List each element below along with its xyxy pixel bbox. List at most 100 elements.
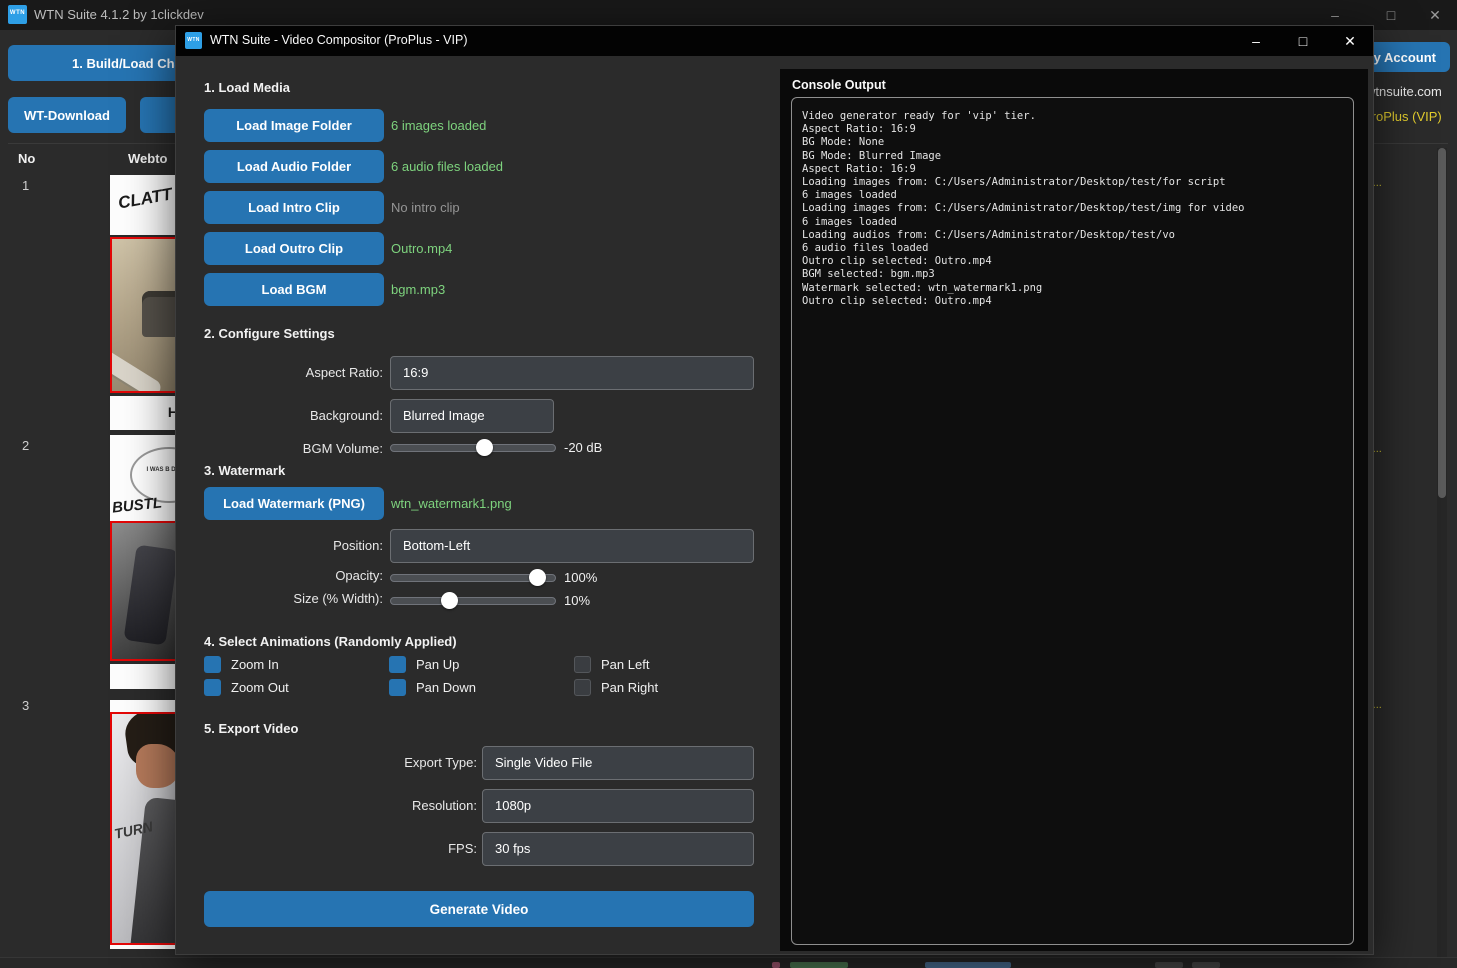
table-row-thumbnail-3[interactable]: TURN xyxy=(110,700,182,952)
main-window-title: WTN Suite 4.1.2 by 1clickdev xyxy=(34,7,204,22)
checkbox-pan-left[interactable]: Pan Left xyxy=(574,655,744,675)
dialog-titlebar[interactable]: WTN WTN Suite - Video Compositor (ProPlu… xyxy=(176,26,1373,56)
aspect-ratio-select[interactable]: 16:9 xyxy=(390,356,754,390)
bgm-volume-label: BGM Volume: xyxy=(203,441,383,456)
export-type-label: Export Type: xyxy=(297,755,477,770)
comic-arm-shape xyxy=(110,348,163,393)
checkbox-label: Pan Right xyxy=(601,678,658,698)
fps-select[interactable]: 30 fps xyxy=(482,832,754,866)
media-row-intro-clip: Load Intro Clip No intro clip xyxy=(204,191,764,224)
watermark-status: wtn_watermark1.png xyxy=(391,487,512,520)
intro-clip-status: No intro clip xyxy=(391,191,460,224)
comic-face-shape xyxy=(136,744,180,788)
checkbox-icon[interactable] xyxy=(389,656,406,673)
website-link[interactable]: wtnsuite.com xyxy=(1366,84,1442,99)
checkbox-pan-down[interactable]: Pan Down xyxy=(389,678,559,698)
generate-video-button[interactable]: Generate Video xyxy=(204,891,754,927)
load-audio-folder-button[interactable]: Load Audio Folder xyxy=(204,150,384,183)
position-select[interactable]: Bottom-Left xyxy=(390,529,754,563)
comic-panel-image: TURN xyxy=(110,712,182,945)
image-folder-status: 6 images loaded xyxy=(391,109,486,142)
row-number: 3 xyxy=(22,698,29,713)
close-icon[interactable]: ✕ xyxy=(1412,0,1457,30)
console-heading: Console Output xyxy=(792,78,886,92)
opacity-label: Opacity: xyxy=(203,568,383,583)
video-compositor-dialog: WTN WTN Suite - Video Compositor (ProPlu… xyxy=(175,25,1374,955)
opacity-slider[interactable] xyxy=(390,568,556,588)
dialog-maximize-icon[interactable]: □ xyxy=(1280,26,1326,56)
load-bgm-button[interactable]: Load BGM xyxy=(204,273,384,306)
section-heading-export: 5. Export Video xyxy=(204,721,298,736)
app-logo-icon: WTN xyxy=(8,5,27,24)
opacity-value: 100% xyxy=(564,568,597,588)
comic-sfx-text: CLATT xyxy=(117,184,174,213)
dialog-minimize-icon[interactable]: – xyxy=(1233,26,1279,56)
load-image-folder-button[interactable]: Load Image Folder xyxy=(204,109,384,142)
aspect-ratio-label: Aspect Ratio: xyxy=(203,365,383,380)
bgm-volume-slider[interactable] xyxy=(390,438,556,458)
checkbox-pan-right[interactable]: Pan Right xyxy=(574,678,744,698)
watermark-row: Load Watermark (PNG) wtn_watermark1.png xyxy=(204,487,764,520)
dialog-close-icon[interactable]: ✕ xyxy=(1327,26,1373,56)
slider-handle[interactable] xyxy=(441,592,458,609)
console-output-box: Video generator ready for 'vip' tier. As… xyxy=(791,97,1354,945)
checkbox-icon[interactable] xyxy=(204,679,221,696)
background-label: Background: xyxy=(203,408,383,423)
slider-handle[interactable] xyxy=(476,439,493,456)
checkbox-icon[interactable] xyxy=(574,679,591,696)
media-row-audio-folder: Load Audio Folder 6 audio files loaded xyxy=(204,150,764,183)
load-intro-clip-button[interactable]: Load Intro Clip xyxy=(204,191,384,224)
bgm-volume-value: -20 dB xyxy=(564,438,602,458)
maximize-icon[interactable]: □ xyxy=(1368,0,1414,30)
vertical-scrollbar[interactable] xyxy=(1437,148,1447,958)
slider-groove xyxy=(390,597,556,605)
table-row-thumbnail-2[interactable]: I WAS B DEATH BUSTL xyxy=(110,435,182,691)
table-header-webtoon: Webto xyxy=(128,151,167,166)
checkbox-icon[interactable] xyxy=(204,656,221,673)
size-slider[interactable] xyxy=(390,591,556,611)
console-panel: Console Output Video generator ready for… xyxy=(780,69,1368,951)
checkbox-label: Pan Up xyxy=(416,655,459,675)
wt-download-button[interactable]: WT-Download xyxy=(8,97,126,133)
checkbox-zoom-in[interactable]: Zoom In xyxy=(204,655,374,675)
position-label: Position: xyxy=(203,538,383,553)
size-label: Size (% Width): xyxy=(203,591,383,606)
audio-folder-status: 6 audio files loaded xyxy=(391,150,503,183)
comic-panel-image xyxy=(110,521,182,661)
desktop: WTN WTN Suite 4.1.2 by 1clickdev – □ ✕ 1… xyxy=(0,0,1457,968)
comic-sfx-text: BUSTL xyxy=(111,494,163,516)
background-select[interactable]: Blurred Image xyxy=(390,399,554,433)
checkbox-label: Pan Left xyxy=(601,655,649,675)
checkbox-label: Zoom In xyxy=(231,655,279,675)
checkbox-icon[interactable] xyxy=(389,679,406,696)
media-row-outro-clip: Load Outro Clip Outro.mp4 xyxy=(204,232,764,265)
comic-panel-image xyxy=(110,237,182,393)
slider-handle[interactable] xyxy=(529,569,546,586)
section-heading-load-media: 1. Load Media xyxy=(204,80,290,95)
resolution-select[interactable]: 1080p xyxy=(482,789,754,823)
slider-groove xyxy=(390,444,556,452)
load-watermark-button[interactable]: Load Watermark (PNG) xyxy=(204,487,384,520)
row-number: 2 xyxy=(22,438,29,453)
section-heading-watermark: 3. Watermark xyxy=(204,463,285,478)
checkbox-zoom-out[interactable]: Zoom Out xyxy=(204,678,374,698)
checkbox-icon[interactable] xyxy=(574,656,591,673)
export-type-select[interactable]: Single Video File xyxy=(482,746,754,780)
checkbox-label: Zoom Out xyxy=(231,678,289,698)
media-row-image-folder: Load Image Folder 6 images loaded xyxy=(204,109,764,142)
scrollbar-thumb[interactable] xyxy=(1438,148,1446,498)
row-number: 1 xyxy=(22,178,29,193)
console-output-text: Video generator ready for 'vip' tier. As… xyxy=(802,110,1345,308)
load-outro-clip-button[interactable]: Load Outro Clip xyxy=(204,232,384,265)
table-row-thumbnail-1[interactable]: CLATT H xyxy=(110,175,182,431)
checkbox-pan-up[interactable]: Pan Up xyxy=(389,655,559,675)
fps-label: FPS: xyxy=(297,841,477,856)
outro-clip-status: Outro.mp4 xyxy=(391,232,452,265)
checkbox-label: Pan Down xyxy=(416,678,476,698)
section-heading-animations: 4. Select Animations (Randomly Applied) xyxy=(204,634,457,649)
resolution-label: Resolution: xyxy=(297,798,477,813)
media-row-bgm: Load BGM bgm.mp3 xyxy=(204,273,764,306)
bgm-status: bgm.mp3 xyxy=(391,273,445,306)
section-heading-configure: 2. Configure Settings xyxy=(204,326,335,341)
tier-badge: ProPlus (VIP) xyxy=(1363,109,1442,124)
